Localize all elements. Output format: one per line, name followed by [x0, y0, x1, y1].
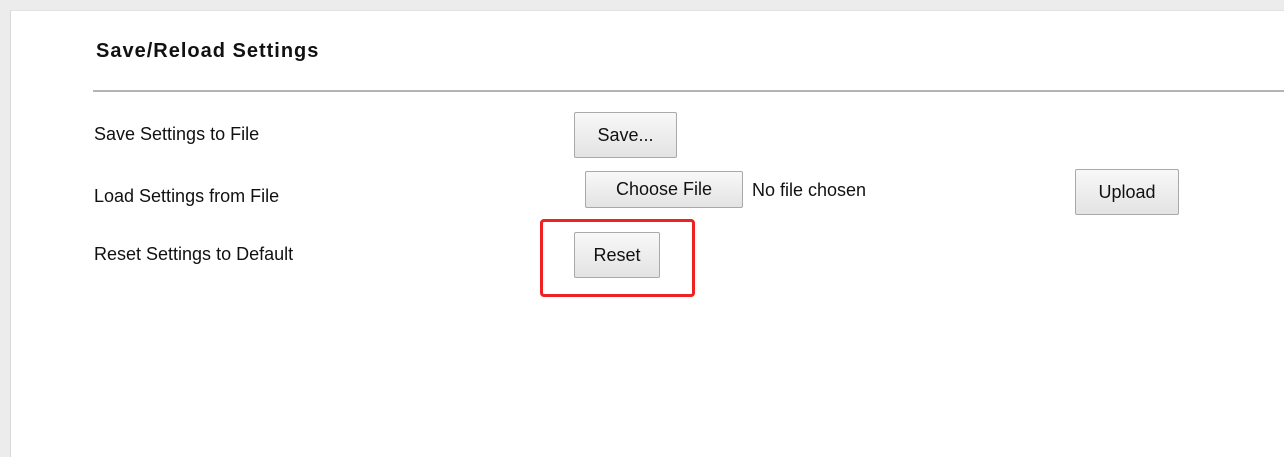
reset-button[interactable]: Reset: [574, 232, 660, 278]
choose-file-button[interactable]: Choose File: [585, 171, 743, 208]
settings-panel: Save/Reload Settings Save Settings to Fi…: [10, 10, 1284, 457]
save-settings-label: Save Settings to File: [94, 124, 260, 144]
section-title: Save/Reload Settings: [96, 40, 320, 62]
upload-button[interactable]: Upload: [1075, 169, 1179, 215]
file-status-text: No file chosen: [752, 180, 867, 200]
section-divider: [93, 90, 1284, 92]
load-settings-label: Load Settings from File: [94, 186, 280, 206]
save-button[interactable]: Save...: [574, 112, 677, 158]
reset-settings-label: Reset Settings to Default: [94, 244, 294, 264]
